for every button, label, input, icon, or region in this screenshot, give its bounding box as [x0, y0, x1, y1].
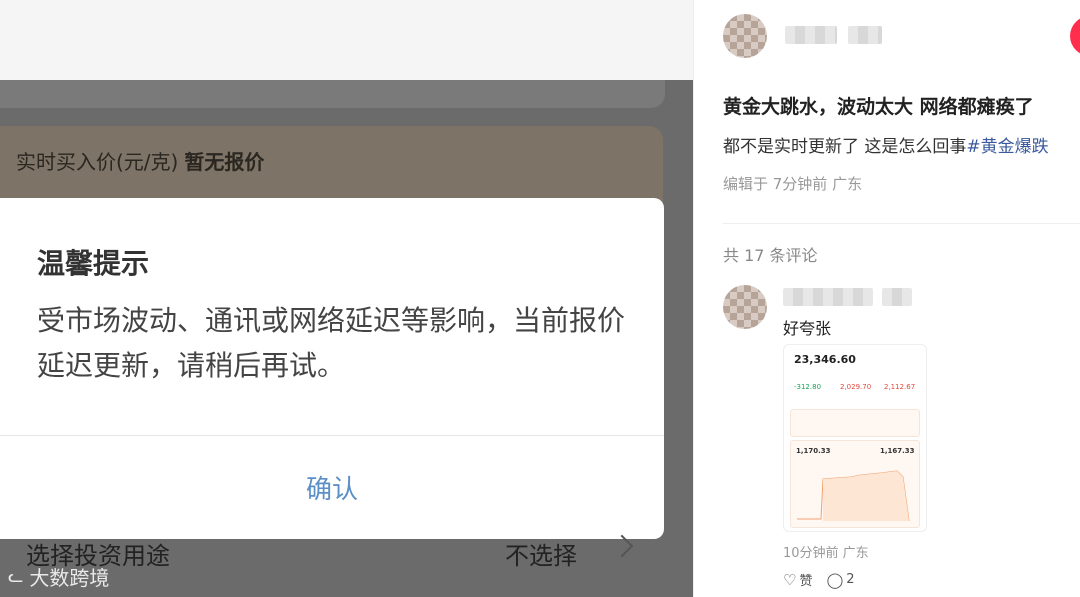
follow-button[interactable]: [1070, 16, 1080, 56]
notice-dialog: 温馨提示 受市场波动、通讯或网络延迟等影响，当前报价延迟更新，请稍后再试。 确认: [0, 198, 664, 539]
commenter-meta-blurred: [882, 288, 912, 306]
commenter-avatar[interactable]: [723, 285, 767, 329]
comment-bubble-icon: ◯: [826, 570, 844, 589]
author-avatar[interactable]: [723, 14, 767, 58]
image-left-value: 1,170.33: [796, 447, 831, 455]
divider: [723, 223, 1080, 224]
image-change-1: -312.80: [794, 383, 822, 391]
dialog-title: 温馨提示: [37, 247, 150, 280]
post-meta: 编辑于 7分钟前 广东: [723, 175, 863, 193]
gold-app-screen: 实时买入价(元/克) 暂无报价 温馨提示 受市场波动、通讯或网络延迟等影响，当前报…: [0, 0, 693, 597]
dialog-message: 受市场波动、通讯或网络延迟等影响，当前报价延迟更新，请稍后再试。: [37, 304, 626, 382]
comment-image[interactable]: 23,346.60 -312.80 2,029.70 2,112.67 1,17…: [783, 344, 927, 532]
image-change-3: 2,112.67: [884, 383, 916, 391]
image-price: 23,346.60: [794, 353, 856, 366]
author-meta-blurred: [848, 26, 882, 44]
hashtag-link[interactable]: #黄金爆跌: [966, 137, 1048, 157]
buy-price-label-text: 实时买入价(元/克): [16, 150, 179, 174]
image-icon-row: [790, 409, 920, 437]
like-label: 赞: [799, 574, 813, 589]
post-body-text: 都不是实时更新了 这是怎么回事: [723, 137, 967, 157]
post-body: 都不是实时更新了 这是怎么回事#黄金爆跌: [723, 132, 1049, 157]
reply-count: 2: [846, 572, 855, 587]
comment-count: 共 17 条评论: [723, 246, 818, 265]
image-change-2: 2,029.70: [840, 383, 872, 391]
author-name-blurred[interactable]: [785, 26, 837, 44]
card-edge: [0, 80, 665, 108]
watermark-text: 大数跨境: [29, 566, 110, 590]
confirm-button[interactable]: 确认: [0, 436, 664, 539]
watermark: ᓚ 大数跨境: [8, 562, 109, 591]
heart-icon: ♡: [783, 570, 797, 589]
buy-price-value: 暂无报价: [184, 150, 265, 174]
image-right-value: 1,167.33: [880, 447, 915, 455]
reply-button[interactable]: ◯ 2: [826, 570, 854, 589]
comment-meta: 10分钟前 广东: [783, 546, 869, 561]
investment-purpose-value[interactable]: 不选择: [505, 536, 577, 571]
post-title: 黄金大跳水，波动太大 网络都瘫痪了: [723, 96, 1034, 118]
like-button[interactable]: ♡ 赞: [783, 570, 813, 590]
app-top-area: [0, 0, 693, 80]
buy-price-label: 实时买入价(元/克) 暂无报价: [16, 146, 264, 175]
comment-actions: ♡ 赞 ◯ 2: [783, 570, 855, 590]
commenter-name-blurred[interactable]: [783, 288, 873, 306]
comment-text: 好夸张: [783, 319, 832, 338]
post-panel: 黄金大跳水，波动太大 网络都瘫痪了 都不是实时更新了 这是怎么回事#黄金爆跌 编…: [693, 0, 1080, 597]
link-icon: ᓚ: [8, 566, 24, 587]
